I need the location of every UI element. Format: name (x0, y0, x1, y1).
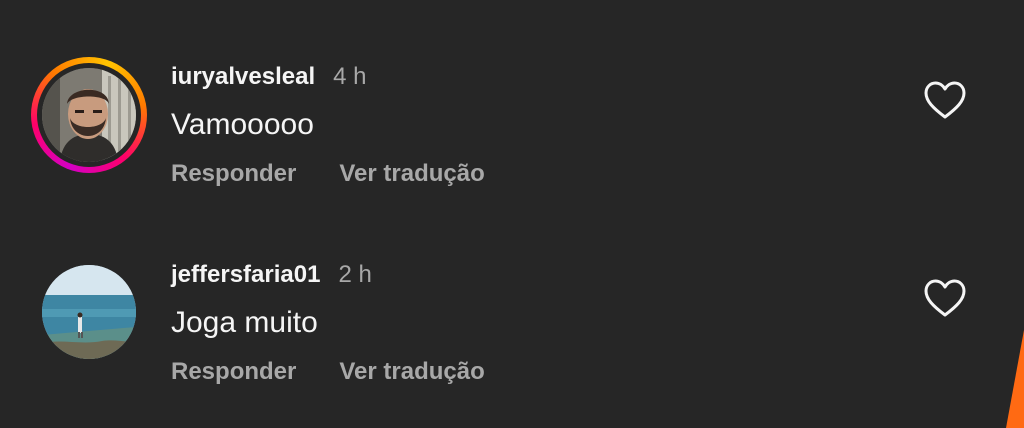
timestamp: 2 h (338, 261, 372, 288)
like-button[interactable] (923, 278, 967, 318)
username[interactable]: iuryalvesleal (171, 63, 315, 91)
avatar-with-story-ring[interactable] (31, 57, 147, 173)
heart-outline-icon (924, 81, 966, 119)
avatar-photo (42, 265, 136, 359)
comments-screen: iuryalvesleal 4 h Vamooooo Responder Ver… (0, 0, 1024, 428)
reply-button[interactable]: Responder (171, 160, 296, 188)
avatar-photo (42, 68, 136, 162)
avatar (42, 68, 136, 162)
avatar[interactable] (42, 265, 136, 359)
story-ring (31, 57, 147, 173)
timestamp: 4 h (333, 63, 367, 90)
see-translation-button[interactable]: Ver tradução (339, 160, 484, 188)
comment-meta: jeffersfaria01 2 h (171, 260, 372, 290)
comment-actions: Responder Ver tradução (171, 358, 528, 386)
see-translation-button[interactable]: Ver tradução (339, 358, 484, 386)
comment-text: Vamooooo (171, 108, 314, 141)
like-button[interactable] (923, 80, 967, 120)
comment-text: Joga muito (171, 306, 318, 339)
background-accent-edge (1006, 330, 1024, 428)
reply-button[interactable]: Responder (171, 358, 296, 386)
comment-meta: iuryalvesleal 4 h (171, 62, 366, 92)
heart-outline-icon (924, 279, 966, 317)
comment-actions: Responder Ver tradução (171, 160, 528, 188)
username[interactable]: jeffersfaria01 (171, 261, 320, 289)
